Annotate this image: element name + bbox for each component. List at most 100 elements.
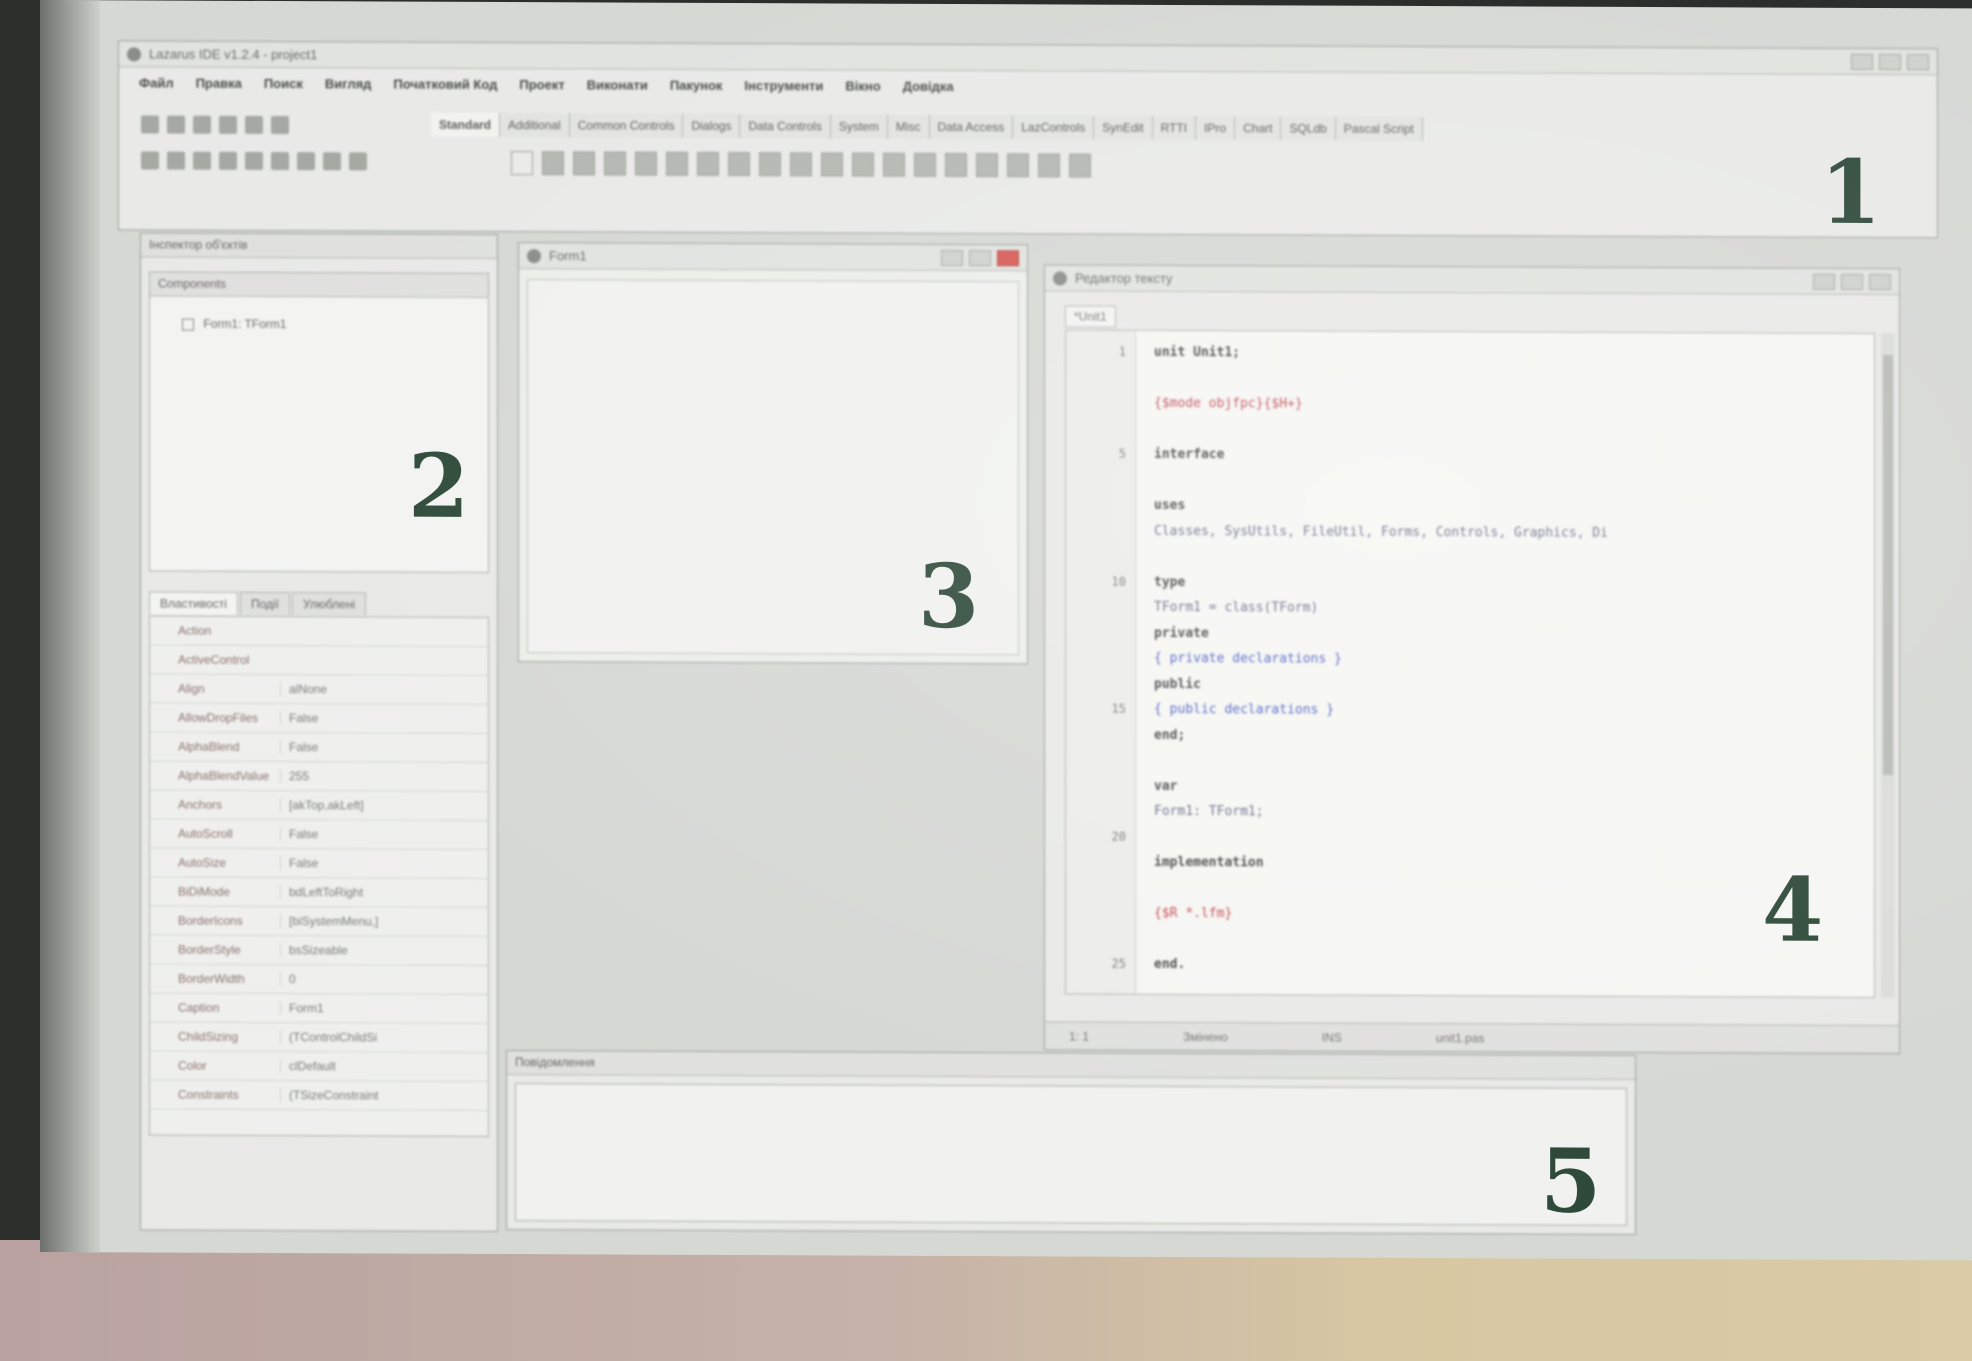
tactionlist-icon[interactable] (1069, 153, 1091, 178)
tree-item-form1[interactable]: Form1: TForm1 (182, 317, 286, 331)
property-row[interactable]: Action (150, 616, 488, 647)
property-value[interactable]: [biSystemMenu,] (280, 914, 488, 929)
maximize-button[interactable] (1879, 53, 1901, 70)
code-line[interactable]: uses (1066, 497, 1874, 521)
editor-scrollbar[interactable] (1881, 333, 1895, 999)
scroll-thumb[interactable] (1883, 355, 1893, 776)
code-line[interactable]: 25 end. (1066, 956, 1874, 980)
property-row[interactable]: BorderStyle bsSizeable (150, 935, 488, 966)
pause-icon[interactable] (219, 151, 237, 170)
code-line[interactable]: end; (1066, 727, 1874, 751)
property-value[interactable]: [akTop,akLeft] (280, 798, 488, 813)
code-line[interactable] (1066, 931, 1874, 955)
code-line[interactable]: Classes, SysUtils, FileUtil, Forms, Cont… (1066, 523, 1874, 547)
code-line[interactable]: implementation (1066, 854, 1874, 878)
property-row[interactable]: Constraints (TSizeConstraint (150, 1080, 488, 1111)
palette-tab[interactable]: SynEdit (1094, 115, 1153, 140)
palette-tab[interactable]: LazControls (1013, 115, 1095, 140)
menu-help[interactable]: Довідка (903, 78, 954, 93)
property-row[interactable]: Align alNone (150, 674, 488, 705)
inspector-title[interactable]: Інспектор об'єктів (141, 233, 497, 259)
palette-tab[interactable]: System (830, 114, 888, 139)
code-line[interactable]: public (1066, 676, 1874, 700)
save-icon[interactable] (219, 115, 237, 134)
step-out-icon[interactable] (323, 152, 341, 171)
property-row[interactable]: Anchors [akTop,akLeft] (150, 790, 488, 821)
palette-tab[interactable]: Chart (1235, 116, 1282, 141)
code-line[interactable]: 5 interface (1066, 446, 1874, 470)
menu-project[interactable]: Проект (519, 77, 564, 92)
code-line[interactable]: 20 (1066, 829, 1874, 853)
property-row[interactable]: ChildSizing (TControlChildSi (150, 1022, 488, 1053)
selection-pointer-icon[interactable] (511, 151, 533, 176)
open-icon[interactable] (193, 115, 211, 134)
code-line[interactable] (1066, 880, 1874, 904)
run-to-cursor-icon[interactable] (349, 152, 367, 171)
palette-tab[interactable]: Standard (431, 112, 501, 138)
property-value[interactable]: False (280, 740, 488, 755)
messages-list[interactable] (515, 1083, 1627, 1226)
property-value[interactable] (280, 631, 488, 632)
editor-maximize-button[interactable] (1841, 273, 1863, 290)
palette-tab[interactable]: IPro (1196, 116, 1236, 141)
property-value[interactable]: False (280, 711, 488, 726)
property-value[interactable]: False (280, 827, 488, 842)
stop-icon[interactable] (245, 151, 263, 170)
property-value[interactable]: 255 (280, 769, 488, 784)
editor-minimize-button[interactable] (1813, 273, 1835, 290)
property-row[interactable]: AutoScroll False (150, 819, 488, 850)
form-minimize-button[interactable] (941, 249, 963, 266)
palette-tab[interactable]: Misc (887, 114, 930, 139)
code-line[interactable] (1066, 752, 1874, 776)
step-into-icon[interactable] (271, 152, 289, 171)
tradiogroup-icon[interactable] (945, 152, 967, 178)
tcheckgroup-icon[interactable] (976, 153, 998, 178)
editor-close-button[interactable] (1869, 273, 1891, 290)
property-row[interactable]: Color clDefault (150, 1051, 488, 1082)
property-row[interactable]: AlphaBlendValue 255 (150, 761, 488, 792)
tlistbox-icon[interactable] (821, 152, 843, 177)
code-line[interactable] (1066, 548, 1874, 572)
form-close-button[interactable] (997, 249, 1019, 266)
tpanel-icon[interactable] (1007, 153, 1029, 178)
property-value[interactable]: (TControlChildSi (280, 1030, 488, 1045)
tlabel-icon[interactable] (635, 151, 657, 176)
messages-title[interactable]: Повідомлення (507, 1051, 1635, 1080)
tscrollbar-icon[interactable] (883, 152, 905, 177)
tpopupmenu-icon[interactable] (573, 151, 595, 176)
tedit-icon[interactable] (666, 151, 688, 176)
view-units-icon[interactable] (141, 151, 159, 170)
tradiobutton-icon[interactable] (790, 152, 812, 177)
step-over-icon[interactable] (297, 152, 315, 171)
tmainmenu-icon[interactable] (542, 151, 564, 176)
code-line[interactable]: private (1066, 625, 1874, 649)
editor-titlebar[interactable]: Редактор тексту (1045, 265, 1899, 296)
tframe-icon[interactable] (1038, 153, 1060, 178)
property-row[interactable]: BorderIcons [biSystemMenu,] (150, 906, 488, 937)
code-line[interactable]: Form1: TForm1; (1066, 803, 1874, 827)
ttogglebox-icon[interactable] (728, 152, 750, 177)
property-value[interactable]: (TSizeConstraint (280, 1088, 488, 1103)
property-row[interactable]: ActiveControl (150, 645, 488, 676)
code-line[interactable]: 15 { public declarations } (1066, 701, 1874, 725)
menu-window[interactable]: Вікно (845, 78, 880, 93)
tab-favorites[interactable]: Улюблені (292, 592, 367, 616)
palette-tab[interactable]: Dialogs (683, 113, 741, 139)
tab-properties[interactable]: Властивості (149, 591, 238, 615)
tmemo-icon[interactable] (697, 151, 719, 176)
code-line[interactable] (1066, 370, 1874, 394)
palette-tab[interactable]: SQLdb (1281, 116, 1336, 141)
palette-tab[interactable]: RTTI (1152, 115, 1197, 141)
menu-source[interactable]: Початковий Код (393, 76, 497, 91)
palette-tab[interactable]: Data Controls (740, 114, 831, 139)
property-value[interactable]: False (280, 856, 488, 871)
code-line[interactable] (1066, 421, 1874, 445)
property-row[interactable]: BiDiMode bdLeftToRight (150, 877, 488, 908)
menu-view[interactable]: Вигляд (325, 76, 372, 91)
form-titlebar[interactable]: Form1 (519, 243, 1027, 272)
property-value[interactable] (280, 660, 488, 661)
new-form-icon[interactable] (167, 115, 185, 134)
close-button[interactable] (1907, 53, 1929, 70)
new-unit-icon[interactable] (141, 115, 159, 134)
code-line[interactable]: 10 type (1066, 574, 1874, 598)
